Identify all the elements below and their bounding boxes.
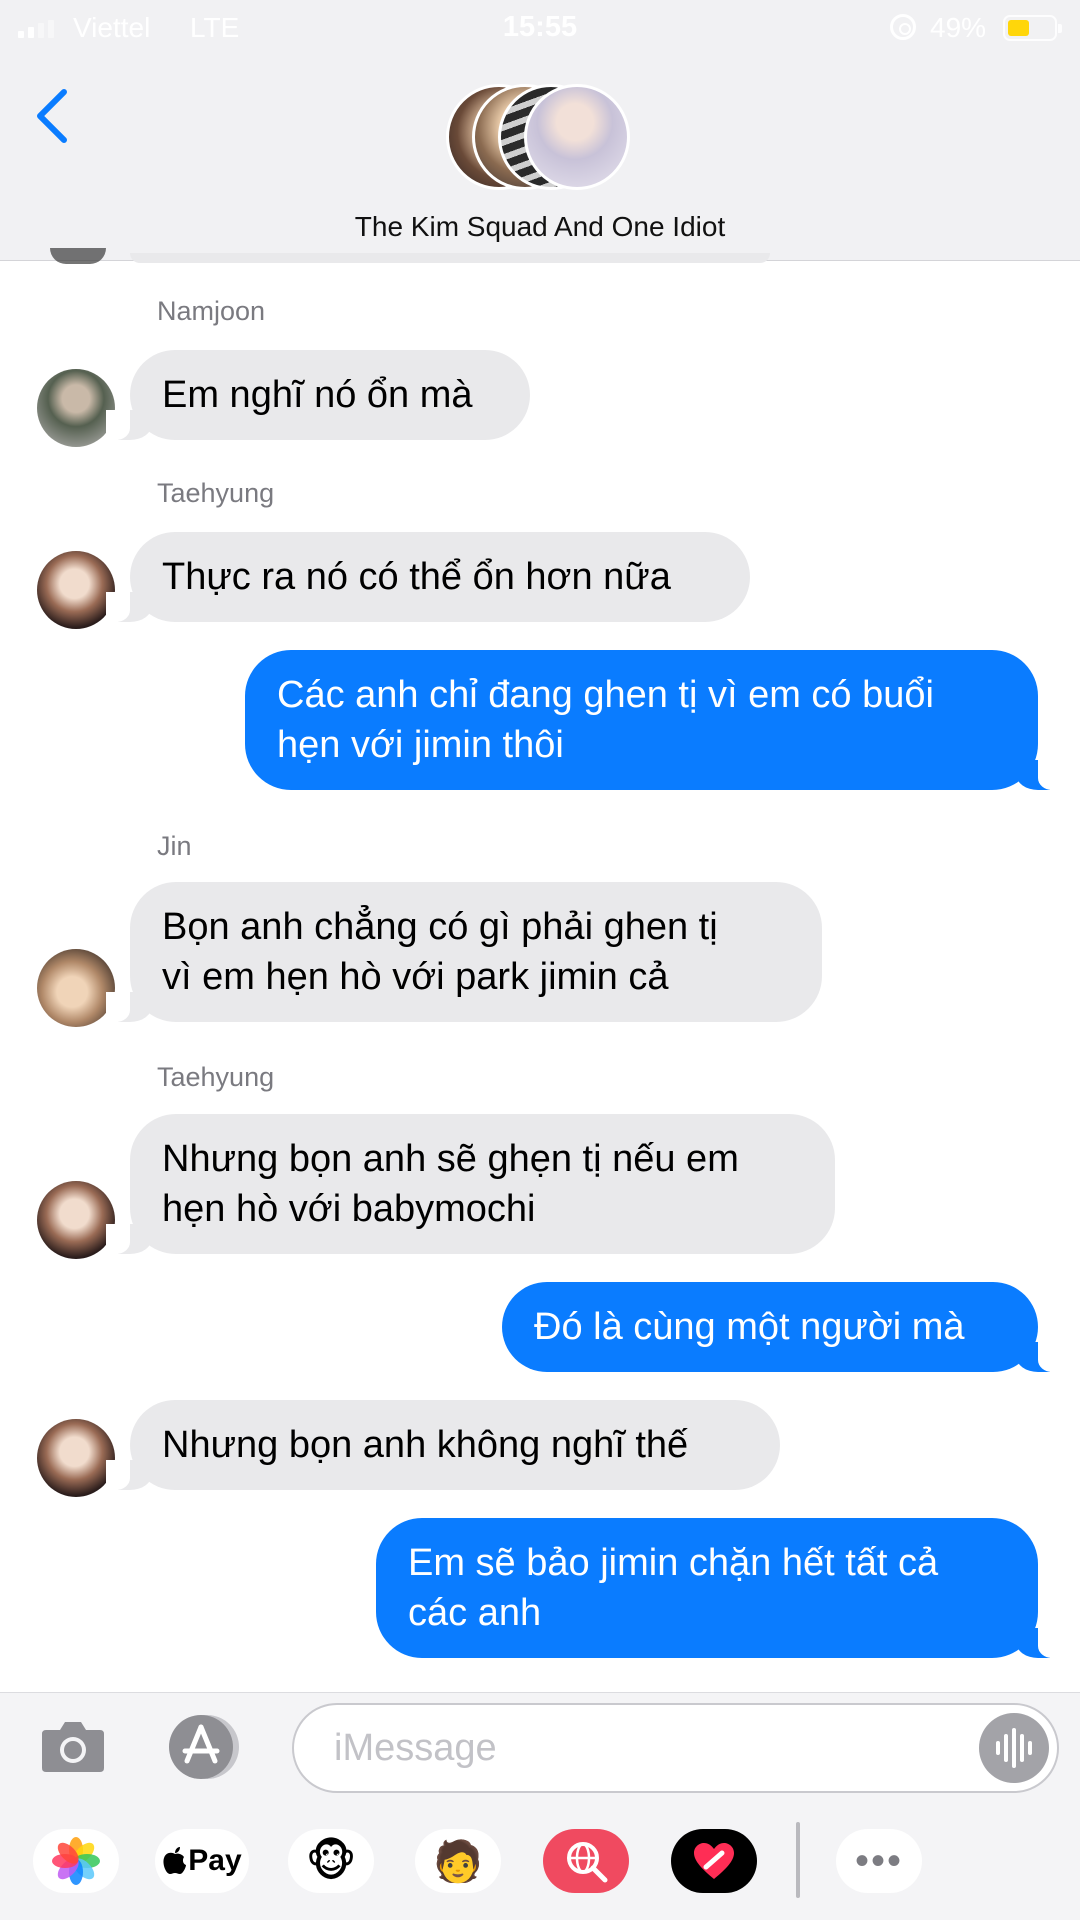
- group-avatar: [524, 84, 630, 190]
- apple-pay-button[interactable]: Pay: [155, 1829, 249, 1893]
- avatar[interactable]: [37, 949, 115, 1027]
- status-bar: Viettel LTE 15:55 49%: [0, 0, 1080, 56]
- avatar[interactable]: [37, 551, 115, 629]
- sender-name: Taehyung: [157, 478, 275, 508]
- message-text: Thực ra nó có thể ổn hơn nữa: [162, 556, 671, 598]
- avatar[interactable]: [37, 1419, 115, 1497]
- message-bubble[interactable]: Đó là cùng một người mà: [502, 1282, 1062, 1372]
- message-placeholder: iMessage: [334, 1727, 497, 1769]
- message-text: hẹn hò với babymochi: [162, 1188, 536, 1230]
- animoji-button[interactable]: 🐵: [288, 1829, 374, 1893]
- conversation-header: Viettel LTE 15:55 49% The Kim Squad And …: [0, 0, 1080, 261]
- message-bubble: [130, 253, 770, 263]
- photos-icon: [52, 1837, 100, 1885]
- message-text: Đó là cùng một người mà: [534, 1306, 965, 1348]
- message-bubble[interactable]: Thực ra nó có thể ổn hơn nữa: [106, 532, 750, 622]
- heart-icon: [694, 1843, 734, 1879]
- digital-touch-button[interactable]: [671, 1829, 757, 1893]
- camera-button[interactable]: [40, 1718, 106, 1774]
- audio-message-button[interactable]: [979, 1713, 1049, 1783]
- more-icon: •••: [854, 1838, 903, 1883]
- chevron-left-icon: [37, 89, 67, 143]
- more-apps-button[interactable]: •••: [836, 1829, 922, 1893]
- message-bubble[interactable]: Em nghĩ nó ổn mà: [106, 350, 530, 440]
- message-text: Bọn anh chẳng có gì phải ghen tị: [162, 906, 718, 948]
- avatar[interactable]: [37, 369, 115, 447]
- photos-app-button[interactable]: [33, 1829, 119, 1893]
- sender-name: Jin: [157, 831, 192, 861]
- group-avatars[interactable]: [446, 84, 636, 194]
- app-store-icon: [169, 1715, 239, 1779]
- group-title[interactable]: The Kim Squad And One Idiot: [0, 211, 1080, 243]
- message-text: Em sẽ bảo jimin chặn hết tất cả: [408, 1542, 939, 1584]
- message-text: Nhưng bọn anh sẽ ghẹn tị nếu em: [162, 1138, 739, 1180]
- message-input[interactable]: iMessage: [292, 1703, 1059, 1793]
- message-text: vì em hẹn hò với park jimin cả: [162, 956, 669, 998]
- message-bubble[interactable]: Em sẽ bảo jimin chặn hết tất cả các anh: [376, 1518, 1062, 1658]
- battery-percent: 49%: [930, 12, 987, 43]
- message-text: các anh: [408, 1592, 542, 1634]
- message-text: Em nghĩ nó ổn mà: [162, 374, 473, 416]
- message-text: hẹn với jimin thôi: [277, 724, 564, 766]
- monkey-icon: 🐵: [305, 1836, 357, 1886]
- camera-icon: [42, 1722, 104, 1772]
- web-images-button[interactable]: [543, 1829, 629, 1893]
- apple-pay-label: Pay: [188, 1844, 242, 1877]
- message-bubble[interactable]: Các anh chỉ đang ghen tị vì em có buổi h…: [245, 650, 1062, 790]
- memoji-icon: 🧑: [433, 1839, 483, 1884]
- tray-divider: [796, 1822, 800, 1898]
- memoji-stickers-button[interactable]: 🧑: [415, 1829, 501, 1893]
- apps-button[interactable]: [163, 1713, 247, 1781]
- battery-icon: [1003, 15, 1062, 41]
- sender-name: Namjoon: [157, 296, 266, 326]
- message-text: Các anh chỉ đang ghen tị vì em có buổi: [277, 674, 934, 716]
- globe-search-icon: [567, 1842, 608, 1883]
- avatar[interactable]: [37, 1181, 115, 1259]
- apple-logo-icon: [163, 1847, 187, 1874]
- message-bubble[interactable]: Bọn anh chẳng có gì phải ghen tị vì em h…: [106, 882, 822, 1022]
- message-text: Nhưng bọn anh không nghĩ thế: [162, 1424, 689, 1466]
- rotation-lock-icon: [890, 14, 916, 40]
- sender-name: Taehyung: [157, 1062, 275, 1092]
- back-button[interactable]: [30, 86, 74, 146]
- status-time: 15:55: [502, 11, 578, 43]
- avatar: [50, 248, 106, 264]
- message-bubble[interactable]: Nhưng bọn anh không nghĩ thế: [106, 1400, 780, 1490]
- message-bubble[interactable]: Nhưng bọn anh sẽ ghẹn tị nếu em hẹn hò v…: [106, 1114, 835, 1254]
